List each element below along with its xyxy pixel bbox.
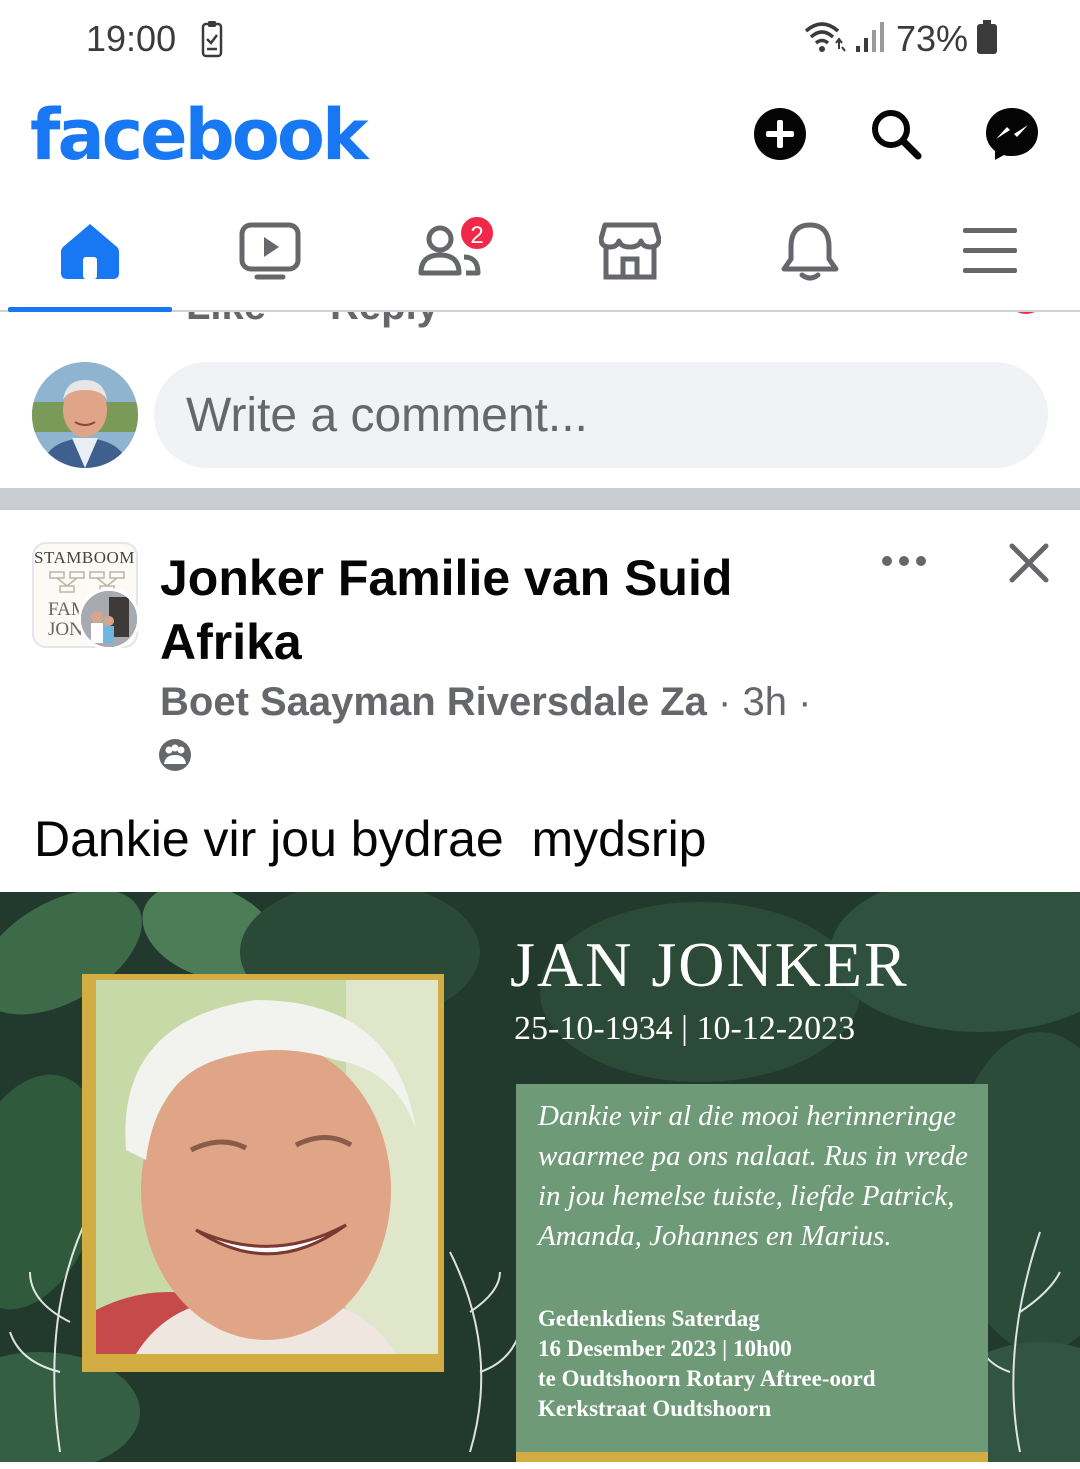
memorial-gold-bar <box>516 1452 988 1462</box>
signal-icon <box>854 20 888 59</box>
marketplace-icon <box>598 221 662 286</box>
main-tab-bar: 2 <box>0 196 1080 312</box>
battery-icon <box>976 19 998 60</box>
post-author[interactable]: Boet Saayman Riversdale Za <box>160 680 707 724</box>
service-line: 16 Desember 2023 | 10h00 <box>538 1336 792 1361</box>
meta-separator-2: · <box>798 680 812 724</box>
bottom-edge <box>0 1462 1080 1469</box>
tab-marketplace[interactable] <box>590 218 670 288</box>
more-dots-icon <box>881 554 927 572</box>
previous-comment-actions: Like Reply <box>0 312 1080 334</box>
group-privacy-icon <box>158 738 192 777</box>
memorial-message: Dankie vir al die mooi herinneringe waar… <box>538 1100 968 1252</box>
status-time: 19:00 <box>86 18 177 59</box>
tab-menu[interactable] <box>950 218 1030 288</box>
feed-separator <box>0 488 1080 510</box>
post-image[interactable]: JAN JONKER 25-10-1934 | 10-12-2023 Danki… <box>0 892 1080 1462</box>
home-icon <box>59 221 121 286</box>
post-text: Dankie vir jou bydrae mydsrip <box>34 811 707 867</box>
reply-link[interactable]: Reply <box>330 312 439 329</box>
plus-circle-icon <box>752 106 808 167</box>
tab-watch[interactable] <box>230 218 310 288</box>
friends-badge: 2 <box>458 214 496 252</box>
messenger-icon <box>984 106 1040 167</box>
battery-percentage: 73% <box>895 18 968 59</box>
like-link[interactable]: Like <box>186 312 266 329</box>
bell-icon <box>781 221 839 286</box>
video-icon <box>239 222 301 285</box>
reaction-icon <box>1017 312 1035 314</box>
service-line: Kerkstraat Oudtshoorn <box>538 1396 772 1421</box>
app-header: facebook <box>0 78 1080 196</box>
search-button[interactable] <box>866 106 926 166</box>
memorial-photo <box>96 980 438 1354</box>
post-time[interactable]: 3h <box>743 680 788 724</box>
meta-separator-1: · <box>718 680 732 724</box>
post-options-button[interactable] <box>876 540 932 586</box>
memorial-name: JAN JONKER <box>510 929 909 1000</box>
service-line: te Oudtshoorn Rotary Aftree-oord <box>538 1366 876 1391</box>
menu-icon <box>961 224 1019 283</box>
tab-home[interactable] <box>50 218 130 288</box>
group-name[interactable]: Jonker Familie van Suid Afrika <box>160 546 820 674</box>
facebook-logo[interactable]: facebook <box>30 94 369 176</box>
tab-notifications[interactable] <box>770 218 850 288</box>
comment-input[interactable] <box>154 362 1048 468</box>
post-meta: Boet Saayman Riversdale Za · 3h · <box>160 680 811 725</box>
status-bar: 19:00 73% <box>0 0 1080 78</box>
my-avatar[interactable] <box>32 362 138 468</box>
memorial-photo-frame <box>82 974 444 1372</box>
wifi-icon <box>802 19 846 60</box>
clipboard-notification-icon <box>201 20 223 63</box>
group-avatar-title: STAMBOOM <box>34 548 135 567</box>
memorial-dates: 25-10-1934 | 10-12-2023 <box>514 1010 856 1047</box>
memorial-text-box: Dankie vir al die mooi herinneringe waar… <box>516 1084 988 1462</box>
hide-post-button[interactable] <box>1002 538 1056 592</box>
memorial-service-details: Gedenkdiens Saterdag 16 Desember 2023 | … <box>538 1304 978 1424</box>
search-icon <box>868 106 924 167</box>
messenger-button[interactable] <box>982 106 1042 166</box>
author-avatar[interactable] <box>78 588 140 650</box>
create-button[interactable] <box>750 106 810 166</box>
close-icon <box>1008 542 1050 589</box>
service-line: Gedenkdiens Saterdag <box>538 1306 760 1331</box>
